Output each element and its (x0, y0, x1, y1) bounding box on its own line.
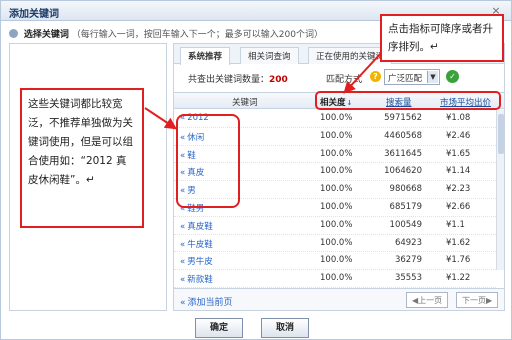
confirm-match-icon[interactable]: ✓ (446, 70, 459, 83)
table-row: «男牛皮 100.0% 36279 ¥1.76 (174, 252, 496, 271)
search-volume-cell: 100549 (389, 219, 422, 230)
avg-price-cell: ¥2.23 (446, 184, 471, 195)
result-info-bar: 共查出关键词数量：200 匹配方式 ? 广泛匹配 ▼ ✓ (174, 66, 504, 88)
keyword-add-link[interactable]: «真皮鞋 (180, 220, 213, 232)
bullet-icon (9, 29, 18, 38)
avg-price-cell: ¥1.1 (446, 219, 465, 230)
keyword-cell: 新款鞋 (187, 275, 213, 286)
annotation-broad-keywords-note: 这些关键词都比较宽泛，不推荐单独做为关键词使用，但是可以组合使用如：“2012 … (20, 88, 144, 228)
avg-price-cell: ¥1.76 (446, 255, 471, 266)
tab-related-query[interactable]: 相关词查询 (240, 47, 299, 64)
add-arrow-icon: « (180, 298, 186, 308)
relevance-cell: 100.0% (320, 166, 353, 177)
search-volume-cell: 35553 (394, 273, 422, 284)
prev-page-button[interactable]: ◀上一页 (406, 292, 449, 308)
hint-note: （每行输入一词，按回车输入下一个；最多可以输入200个词） (71, 30, 323, 40)
keyword-add-link[interactable]: «牛皮鞋 (180, 238, 213, 250)
tab-system-recommend[interactable]: 系统推荐 (180, 47, 231, 65)
add-arrow-icon: « (180, 275, 186, 286)
add-arrow-icon: « (180, 257, 186, 268)
match-type-select[interactable]: 广泛匹配 ▼ (384, 69, 440, 85)
search-volume-cell: 3611645 (384, 148, 422, 159)
dialog-actions: 确定 取消 (1, 315, 512, 340)
keyword-cell: 真皮鞋 (187, 221, 213, 232)
help-icon[interactable]: ? (370, 71, 381, 82)
avg-price-cell: ¥1.08 (446, 113, 471, 123)
relevance-cell: 100.0% (320, 273, 353, 284)
relevance-cell: 100.0% (320, 113, 353, 123)
avg-price-cell: ¥1.14 (446, 166, 471, 177)
relevance-cell: 100.0% (320, 148, 353, 159)
keyword-add-link[interactable]: «新款鞋 (180, 273, 213, 285)
table-row: «牛皮鞋 100.0% 64923 ¥1.62 (174, 235, 496, 253)
relevance-cell: 100.0% (320, 255, 353, 266)
add-current-page-link[interactable]: «添加当前页 (180, 295, 233, 308)
next-page-button[interactable]: 下一页▶ (456, 292, 499, 308)
search-volume-cell: 36279 (394, 255, 422, 266)
keyword-count-label: 共查出关键词数量： (188, 75, 270, 85)
table-row: «真皮鞋 100.0% 100549 ¥1.1 (174, 217, 496, 235)
relevance-cell: 100.0% (320, 237, 353, 248)
relevance-cell: 100.0% (320, 184, 353, 195)
table-row: «新款鞋 100.0% 35553 ¥1.22 (174, 270, 496, 288)
annotation-sort-note: 点击指标可降序或者升序排列。↵ (380, 14, 504, 62)
table-footer: «添加当前页 ◀上一页 下一页▶ (174, 288, 504, 310)
hint-heading: 选择关键词 (23, 30, 69, 40)
column-keyword: 关键词 (232, 98, 258, 108)
search-volume-cell: 4460568 (384, 130, 422, 141)
avg-price-cell: ¥1.65 (446, 148, 471, 159)
add-arrow-icon: « (180, 239, 186, 250)
avg-price-cell: ¥2.66 (446, 201, 471, 212)
relevance-cell: 100.0% (320, 130, 353, 141)
cancel-button[interactable]: 取消 (261, 318, 309, 338)
relevance-cell: 100.0% (320, 219, 353, 230)
highlight-broad-keywords (176, 114, 240, 208)
add-current-page-label: 添加当前页 (187, 298, 233, 308)
search-volume-cell: 980668 (389, 184, 422, 195)
search-volume-cell: 64923 (394, 237, 422, 248)
relevance-cell: 100.0% (320, 201, 353, 212)
table-scrollbar[interactable] (496, 110, 504, 270)
keyword-cell: 牛皮鞋 (187, 239, 213, 250)
search-volume-cell: 5971562 (384, 113, 422, 123)
keyword-count: 共查出关键词数量：200 (188, 72, 288, 85)
keyword-add-link[interactable]: «男牛皮 (180, 255, 213, 267)
search-volume-cell: 685179 (389, 201, 422, 212)
avg-price-cell: ¥2.46 (446, 130, 471, 141)
avg-price-cell: ¥1.62 (446, 237, 471, 248)
dialog-title: 添加关键词 (9, 9, 59, 20)
match-type-value: 广泛匹配 (388, 74, 423, 84)
chevron-down-icon: ▼ (427, 71, 438, 83)
match-type-label: 匹配方式 (326, 75, 363, 85)
search-volume-cell: 1064620 (384, 166, 422, 177)
ok-button[interactable]: 确定 (195, 318, 243, 338)
highlight-sort-columns (315, 91, 501, 110)
scrollbar-thumb[interactable] (498, 114, 504, 154)
keyword-count-value: 200 (269, 75, 288, 85)
avg-price-cell: ¥1.22 (446, 273, 471, 284)
add-arrow-icon: « (180, 221, 186, 232)
keyword-cell: 男牛皮 (187, 257, 213, 268)
